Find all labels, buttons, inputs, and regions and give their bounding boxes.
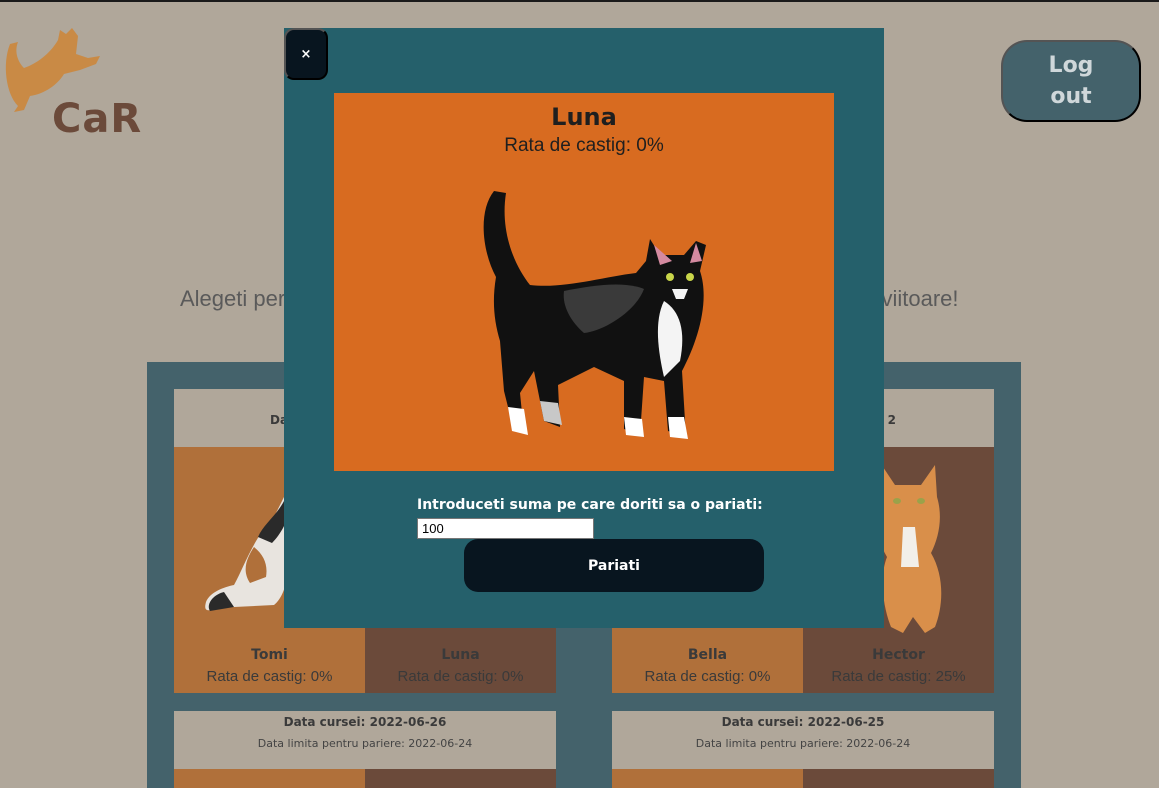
cat-card[interactable] [174, 769, 365, 788]
place-bet-button[interactable]: Pariati [464, 539, 764, 592]
cat-name: Tomi [251, 647, 288, 663]
race-date: Data cursei: 2022-06-26 [283, 715, 447, 729]
cat-rate: Rata de castig: 25% [831, 668, 966, 685]
cat-name: Luna [441, 647, 480, 663]
logo[interactable]: CaR [0, 24, 150, 142]
tuxedo-cat-image [483, 191, 706, 439]
close-button[interactable]: × [284, 28, 328, 80]
logout-button[interactable]: Log out [1001, 40, 1141, 122]
race-card: Data cursei: 2022-06-26 Data limita pent… [174, 711, 556, 788]
bet-amount-label: Introduceti suma pe care doriti sa o par… [417, 497, 763, 513]
cat-rate: Rata de castig: 0% [206, 668, 333, 685]
cat-name: Hector [872, 647, 925, 663]
modal-cat-name: Luna [551, 103, 617, 131]
bet-amount-input[interactable] [417, 518, 594, 539]
cat-card[interactable] [612, 769, 803, 788]
race-date: Data cursei: 2022-06-25 [721, 715, 885, 729]
logo-text: CaR [52, 96, 143, 142]
cat-name: Bella [687, 647, 728, 663]
race-bet-deadline: Data limita pentru pariere: 2022-06-24 [257, 737, 473, 750]
bet-modal: × Luna Rata de castig: 0% Introduceti su… [284, 28, 884, 628]
cat-card[interactable] [803, 769, 994, 788]
modal-cat-rate: Rata de castig: 0% [504, 135, 664, 156]
page-subtitle-left: Alegeti per [180, 286, 286, 311]
cat-rate: Rata de castig: 0% [397, 668, 524, 685]
modal-cat-card: Luna Rata de castig: 0% [334, 93, 834, 471]
race-header: Data cursei: 2022-06-26 Data limita pent… [174, 711, 556, 769]
cat-card[interactable] [365, 769, 556, 788]
race-header: Data cursei: 2022-06-25 Data limita pent… [612, 711, 994, 769]
cat-rate: Rata de castig: 0% [644, 668, 771, 685]
race-bet-deadline: Data limita pentru pariere: 2022-06-24 [695, 737, 911, 750]
race-card: Data cursei: 2022-06-25 Data limita pent… [612, 711, 994, 788]
